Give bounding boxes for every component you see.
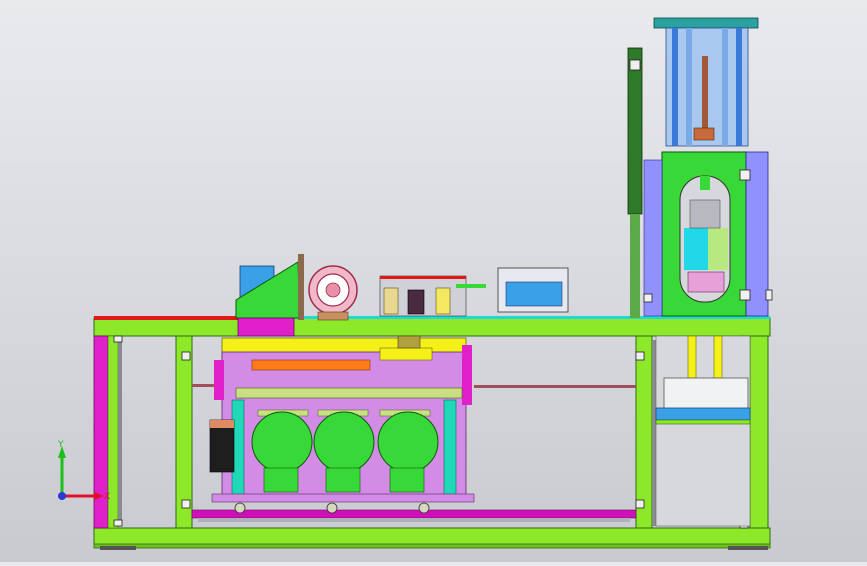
guide-rod-right bbox=[443, 399, 457, 499]
lower-slide-rail bbox=[191, 509, 637, 519]
press-orange-bar bbox=[251, 359, 371, 371]
motor-left-cap bbox=[210, 420, 234, 428]
right-lower-bay bbox=[655, 335, 751, 527]
cylinder-top-cap bbox=[653, 17, 759, 29]
inner-rail-left bbox=[118, 340, 122, 526]
tower-top-notch bbox=[700, 176, 710, 190]
tower-inner-lime bbox=[708, 228, 728, 270]
right-bay-block bbox=[663, 377, 749, 411]
foot-right bbox=[728, 546, 768, 550]
roller-1 bbox=[251, 411, 313, 473]
lower-slide-rail-grey bbox=[198, 518, 630, 522]
roller-group bbox=[251, 409, 439, 493]
triad-x-label: X bbox=[104, 492, 110, 502]
pink-motor-hub bbox=[325, 282, 341, 298]
machine-assembly-drawing: Y X bbox=[57, 17, 773, 550]
right-bay-yellow-col-2 bbox=[713, 335, 723, 379]
magenta-base-block bbox=[237, 317, 295, 337]
press-base-plate bbox=[211, 493, 475, 503]
tower-inner-pink bbox=[687, 271, 725, 293]
inner-rail-right bbox=[652, 340, 656, 526]
feeder-cyl-1 bbox=[383, 287, 399, 315]
cylinder-rod-c bbox=[686, 28, 692, 146]
right-bay-blue-plate bbox=[655, 407, 751, 421]
roller-stand-1 bbox=[263, 467, 299, 493]
feeder-dark-1 bbox=[407, 289, 425, 315]
press-right-olive bbox=[397, 335, 421, 349]
cylinder-rod-d bbox=[722, 28, 728, 146]
wedge-post bbox=[298, 254, 304, 320]
tower-inner-grey bbox=[689, 199, 721, 229]
piston-head bbox=[693, 127, 715, 141]
cylinder-rod-b bbox=[736, 28, 742, 146]
press-cross-bar bbox=[235, 387, 463, 399]
mid-rod-right bbox=[474, 385, 636, 388]
bottom-rail-lower bbox=[93, 543, 771, 549]
feeder-cyl-2 bbox=[435, 287, 451, 315]
piston-shaft bbox=[702, 56, 708, 132]
press-magenta-side-right bbox=[462, 345, 472, 405]
post-a bbox=[175, 335, 193, 529]
right-bay-yellow-col-1 bbox=[687, 335, 697, 379]
gear-block-right-inner bbox=[505, 281, 563, 307]
feeder-red-bar bbox=[380, 276, 466, 279]
roller-2 bbox=[313, 411, 375, 473]
press-right-yellow-block bbox=[379, 347, 433, 361]
roller-3 bbox=[377, 411, 439, 473]
triad-y-label: Y bbox=[57, 440, 64, 450]
table-top-red-edge bbox=[94, 316, 244, 320]
cylinder-rod-a bbox=[672, 28, 678, 146]
press-tower bbox=[627, 17, 773, 318]
table-top-plate bbox=[93, 317, 771, 337]
right-bay-backplate bbox=[655, 335, 751, 527]
post-b bbox=[635, 335, 653, 529]
foot-left bbox=[100, 546, 136, 550]
roller-stand-3 bbox=[389, 467, 425, 493]
roller-stand-2 bbox=[325, 467, 361, 493]
bottom-rail bbox=[93, 527, 771, 547]
tower-left-side bbox=[643, 159, 663, 317]
tower-guide-lower bbox=[630, 214, 640, 318]
right-bay-shelf bbox=[655, 419, 751, 425]
tower-inner-cyan bbox=[684, 228, 708, 270]
post-c bbox=[749, 335, 769, 529]
pink-motor-base bbox=[317, 311, 349, 321]
center-press-unit bbox=[209, 335, 475, 514]
cad-viewport: Y X bbox=[0, 0, 867, 562]
tower-guide bbox=[627, 47, 643, 215]
triad-origin bbox=[58, 492, 66, 500]
press-magenta-side-left bbox=[214, 360, 224, 400]
feeder-bracket bbox=[456, 284, 486, 288]
